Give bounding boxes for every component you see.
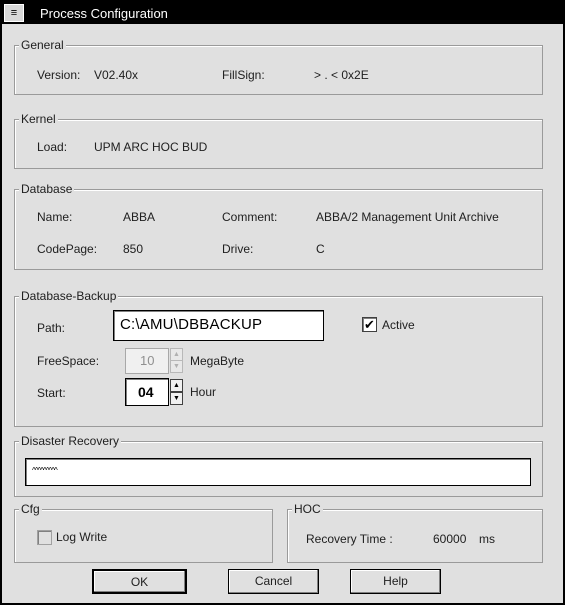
start-unit: Hour: [190, 385, 217, 399]
db-comment-value: ABBA/2 Management Unit Archive: [316, 210, 499, 224]
system-menu-icon[interactable]: ≡: [4, 4, 24, 22]
start-value: 04: [138, 384, 154, 400]
start-spin-down-icon[interactable]: ▼: [170, 392, 183, 405]
freespace-label: FreeSpace:: [37, 354, 100, 368]
version-label: Version:: [37, 68, 81, 82]
active-checkbox[interactable]: ✔: [362, 317, 377, 332]
start-input[interactable]: 04: [125, 378, 169, 406]
version-value: V02.40x: [94, 68, 139, 82]
title-bar[interactable]: ≡ Process Configuration: [2, 2, 563, 24]
start-spin-up-icon[interactable]: ▲: [170, 379, 183, 392]
load-label: Load:: [37, 140, 68, 154]
db-name-value: ABBA: [123, 210, 156, 224]
disaster-recovery-value: ^^^^^^^^^: [32, 466, 58, 475]
database-backup-group: Database-Backup Path: C:\AMU\DBBACKUP ✔ …: [14, 289, 543, 427]
freespace-spin-down-icon: ▼: [170, 360, 183, 373]
kernel-group: Kernel Load: UPM ARC HOC BUD: [14, 112, 543, 169]
recovery-time-value: 60000: [433, 532, 467, 546]
recovery-time-unit: ms: [479, 532, 495, 546]
window-title: Process Configuration: [40, 6, 168, 21]
hoc-group: HOC Recovery Time : 60000 ms: [287, 502, 543, 563]
disaster-legend: Disaster Recovery: [19, 434, 122, 448]
disaster-recovery-input[interactable]: ^^^^^^^^^: [25, 458, 531, 486]
log-write-checkbox[interactable]: [37, 530, 52, 545]
disaster-recovery-group: Disaster Recovery ^^^^^^^^^: [14, 434, 543, 497]
log-write-label[interactable]: Log Write: [56, 530, 107, 544]
freespace-value: 10: [140, 353, 155, 368]
cfg-legend: Cfg: [19, 502, 42, 516]
fillsign-label: FillSign:: [222, 68, 265, 82]
fillsign-value: > . < 0x2E: [314, 68, 369, 82]
cfg-group: Cfg Log Write: [14, 502, 273, 563]
db-name-label: Name:: [37, 210, 73, 224]
freespace-unit: MegaByte: [190, 354, 245, 368]
checkmark-icon: ✔: [364, 317, 375, 332]
db-drive-label: Drive:: [222, 242, 254, 256]
general-legend: General: [19, 38, 66, 52]
cancel-button[interactable]: Cancel: [228, 569, 319, 594]
active-label[interactable]: Active: [382, 318, 415, 332]
kernel-legend: Kernel: [19, 112, 58, 126]
load-value: UPM ARC HOC BUD: [94, 140, 208, 154]
db-comment-label: Comment:: [222, 210, 278, 224]
general-group: General Version: V02.40x FillSign: > . <…: [14, 38, 543, 95]
backup-path-label: Path:: [37, 321, 66, 335]
backup-path-input[interactable]: C:\AMU\DBBACKUP: [113, 310, 324, 341]
db-drive-value: C: [316, 242, 325, 256]
db-codepage-label: CodePage:: [37, 242, 98, 256]
database-legend: Database: [19, 182, 75, 196]
start-label: Start:: [37, 386, 66, 400]
backup-legend: Database-Backup: [19, 289, 119, 303]
database-group: Database Name: ABBA Comment: ABBA/2 Mana…: [14, 182, 543, 270]
db-codepage-value: 850: [123, 242, 144, 256]
freespace-input: 10: [125, 348, 169, 374]
recovery-time-label: Recovery Time :: [306, 532, 393, 546]
hoc-legend: HOC: [292, 502, 323, 516]
help-button[interactable]: Help: [350, 569, 441, 594]
ok-button[interactable]: OK: [92, 569, 187, 594]
backup-path-value: C:\AMU\DBBACKUP: [120, 316, 263, 333]
process-configuration-window: ≡ Process Configuration General Version:…: [0, 0, 565, 605]
